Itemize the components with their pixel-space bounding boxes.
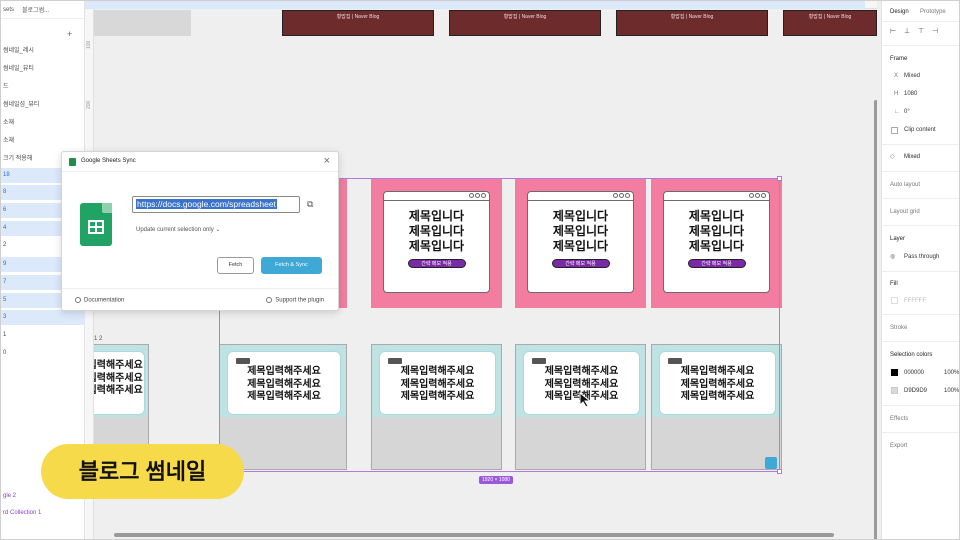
thumbnail-caption: 황밥집 | Naver Blog <box>503 14 547 20</box>
w-field-value[interactable]: Mixed <box>904 73 920 79</box>
rotation-value[interactable]: 0° <box>904 109 910 115</box>
vertical-scrollbar[interactable] <box>874 100 877 539</box>
resize-handle[interactable] <box>777 176 782 181</box>
color-swatch-black[interactable] <box>891 369 898 376</box>
blend-icon: ◍ <box>890 254 896 260</box>
stroke-label[interactable]: Stroke <box>890 325 907 331</box>
frame-thumbnail[interactable]: 황밥집 | Naver Blog <box>783 10 877 36</box>
h-field-value[interactable]: 1080 <box>904 91 917 97</box>
layer-item[interactable]: 썸네일_레시 <box>1 44 85 59</box>
info-icon <box>75 297 81 303</box>
open-external-icon[interactable]: ⧉ <box>307 199 313 210</box>
color1-opacity[interactable]: 100% <box>944 370 959 376</box>
color-swatch-gray[interactable] <box>891 387 898 394</box>
google-sheets-icon <box>80 203 112 246</box>
blend-mode-select[interactable]: Pass through <box>904 254 939 260</box>
frame-thumbnail[interactable]: 황밥집 | Naver Blog <box>616 10 768 36</box>
layer-item[interactable]: 소재 <box>1 134 85 149</box>
align-top-icon[interactable]: ⊣ <box>932 27 938 35</box>
layer-item[interactable]: 3 <box>1 310 85 325</box>
selection-colors-label: Selection colors <box>890 352 933 358</box>
tab-prototype[interactable]: Prototype <box>920 9 946 15</box>
mixed-select[interactable]: Mixed <box>904 154 920 160</box>
layer-item[interactable]: 1 <box>1 328 85 343</box>
clip-content-label: Clip content <box>904 127 936 133</box>
frame-label: Frame <box>890 56 908 62</box>
url-value: https://docs.google.com/spreadsheet <box>136 199 277 209</box>
fill-label: Fill <box>890 281 898 287</box>
horizontal-scrollbar[interactable] <box>114 533 834 537</box>
fetch-sync-button[interactable]: Fetch & Sync <box>261 257 322 274</box>
constraint-icon: ◇ <box>890 154 895 160</box>
layer-item[interactable]: rd Collection 1 <box>1 506 85 521</box>
h-field-label: H <box>894 91 899 97</box>
resize-handle[interactable] <box>777 469 782 474</box>
update-mode-select[interactable]: Update current selection only ⌄ <box>136 226 220 233</box>
effects-label[interactable]: Effects <box>890 416 908 422</box>
layer-item[interactable]: 썸네일섬_뷰티 <box>1 98 85 113</box>
frame-thumbnail[interactable]: 황밥집 | Naver Blog <box>449 10 601 36</box>
caption-badge: 블로그 썸네일 <box>41 444 244 499</box>
support-link[interactable]: Support the plugin <box>266 297 324 304</box>
title-line: 제목입력해주세요 <box>94 360 143 371</box>
top-ruler <box>85 1 877 9</box>
plugin-dialog: Google Sheets Sync × https://docs.google… <box>61 151 339 311</box>
tab-page[interactable]: 블로그썸... <box>22 5 49 14</box>
dialog-title: Google Sheets Sync <box>81 158 136 164</box>
sheets-logo-icon <box>69 158 76 166</box>
rotation-icon: ∟ <box>894 109 900 115</box>
fill-swatch[interactable] <box>891 297 898 304</box>
documentation-label: Documentation <box>84 297 125 304</box>
ruler-number: 200 <box>86 100 92 109</box>
align-center-icon[interactable]: ⊥ <box>904 27 910 35</box>
dialog-footer: Documentation Support the plugin <box>62 288 338 310</box>
selection-size-label: 1920 × 1080 <box>479 476 513 484</box>
frame-thumbnail[interactable] <box>94 10 191 36</box>
tab-assets[interactable]: sets <box>3 7 14 13</box>
ruler-highlight <box>85 1 865 9</box>
card-title: 제목입력해주세요 제목입력해주세요 제목입력해주세요 <box>94 360 144 398</box>
documentation-link[interactable]: Documentation <box>75 297 124 304</box>
w-field-label: X <box>894 73 899 79</box>
export-label[interactable]: Export <box>890 443 907 449</box>
ruler-number: 100 <box>86 40 92 49</box>
title-line: 제목입력해주세요 <box>94 385 143 396</box>
tab-design[interactable]: Design <box>890 9 909 15</box>
cursor-icon <box>579 392 592 408</box>
thumbnail-caption: 황밥집 | Naver Blog <box>336 14 380 20</box>
title-line: 제목입력해주세요 <box>94 372 143 384</box>
layout-grid-label[interactable]: Layout grid <box>890 209 920 215</box>
plugin-indicator-icon[interactable] <box>765 457 777 469</box>
layer-item[interactable]: 썸네일_뷰티 <box>1 62 85 77</box>
fetch-button[interactable]: Fetch <box>217 257 254 274</box>
align-right-icon[interactable]: ⊤ <box>918 27 924 35</box>
layer-item[interactable]: 드 <box>1 80 85 95</box>
auto-layout-label[interactable]: Auto layout <box>890 182 920 188</box>
frame-thumbnail[interactable]: 황밥집 | Naver Blog <box>282 10 434 36</box>
align-left-icon[interactable]: ⊢ <box>890 27 896 35</box>
left-panel-tabs: sets 블로그썸... <box>1 1 84 19</box>
smile-icon <box>266 297 273 303</box>
clip-content-checkbox[interactable] <box>891 127 898 134</box>
design-panel: Design Prototype ⊢ ⊥ ⊤ ⊣ Frame X Mixed H… <box>881 1 959 539</box>
spreadsheet-url-input[interactable]: https://docs.google.com/spreadsheet <box>132 196 300 213</box>
close-icon[interactable]: × <box>324 155 330 167</box>
layer-item[interactable]: 0 <box>1 346 85 361</box>
fill-value[interactable]: FFFFFF <box>904 298 926 304</box>
app-window: sets 블로그썸... + 썸네일_레시 썸네일_뷰티 드 썸네일섬_뷰티 소… <box>0 0 960 540</box>
thumbnail-caption: 황밥집 | Naver Blog <box>808 14 852 20</box>
row-label: 1 2 <box>94 336 103 342</box>
layer-item[interactable]: 소재 <box>1 116 85 131</box>
add-icon[interactable]: + <box>67 29 72 39</box>
color2-hex[interactable]: D9D9D9 <box>904 388 927 394</box>
layer-label: Layer <box>890 236 906 242</box>
update-mode-value: Update current selection only <box>136 227 214 233</box>
support-label: Support the plugin <box>275 297 324 304</box>
cyan-card: 제목입력해주세요 제목입력해주세요 제목입력해주세요 <box>94 351 145 415</box>
thumbnail-caption: 황밥집 | Naver Blog <box>670 14 714 20</box>
color1-hex[interactable]: 000000 <box>904 370 924 376</box>
color2-opacity[interactable]: 100% <box>944 388 959 394</box>
dialog-header: Google Sheets Sync × <box>62 152 338 172</box>
